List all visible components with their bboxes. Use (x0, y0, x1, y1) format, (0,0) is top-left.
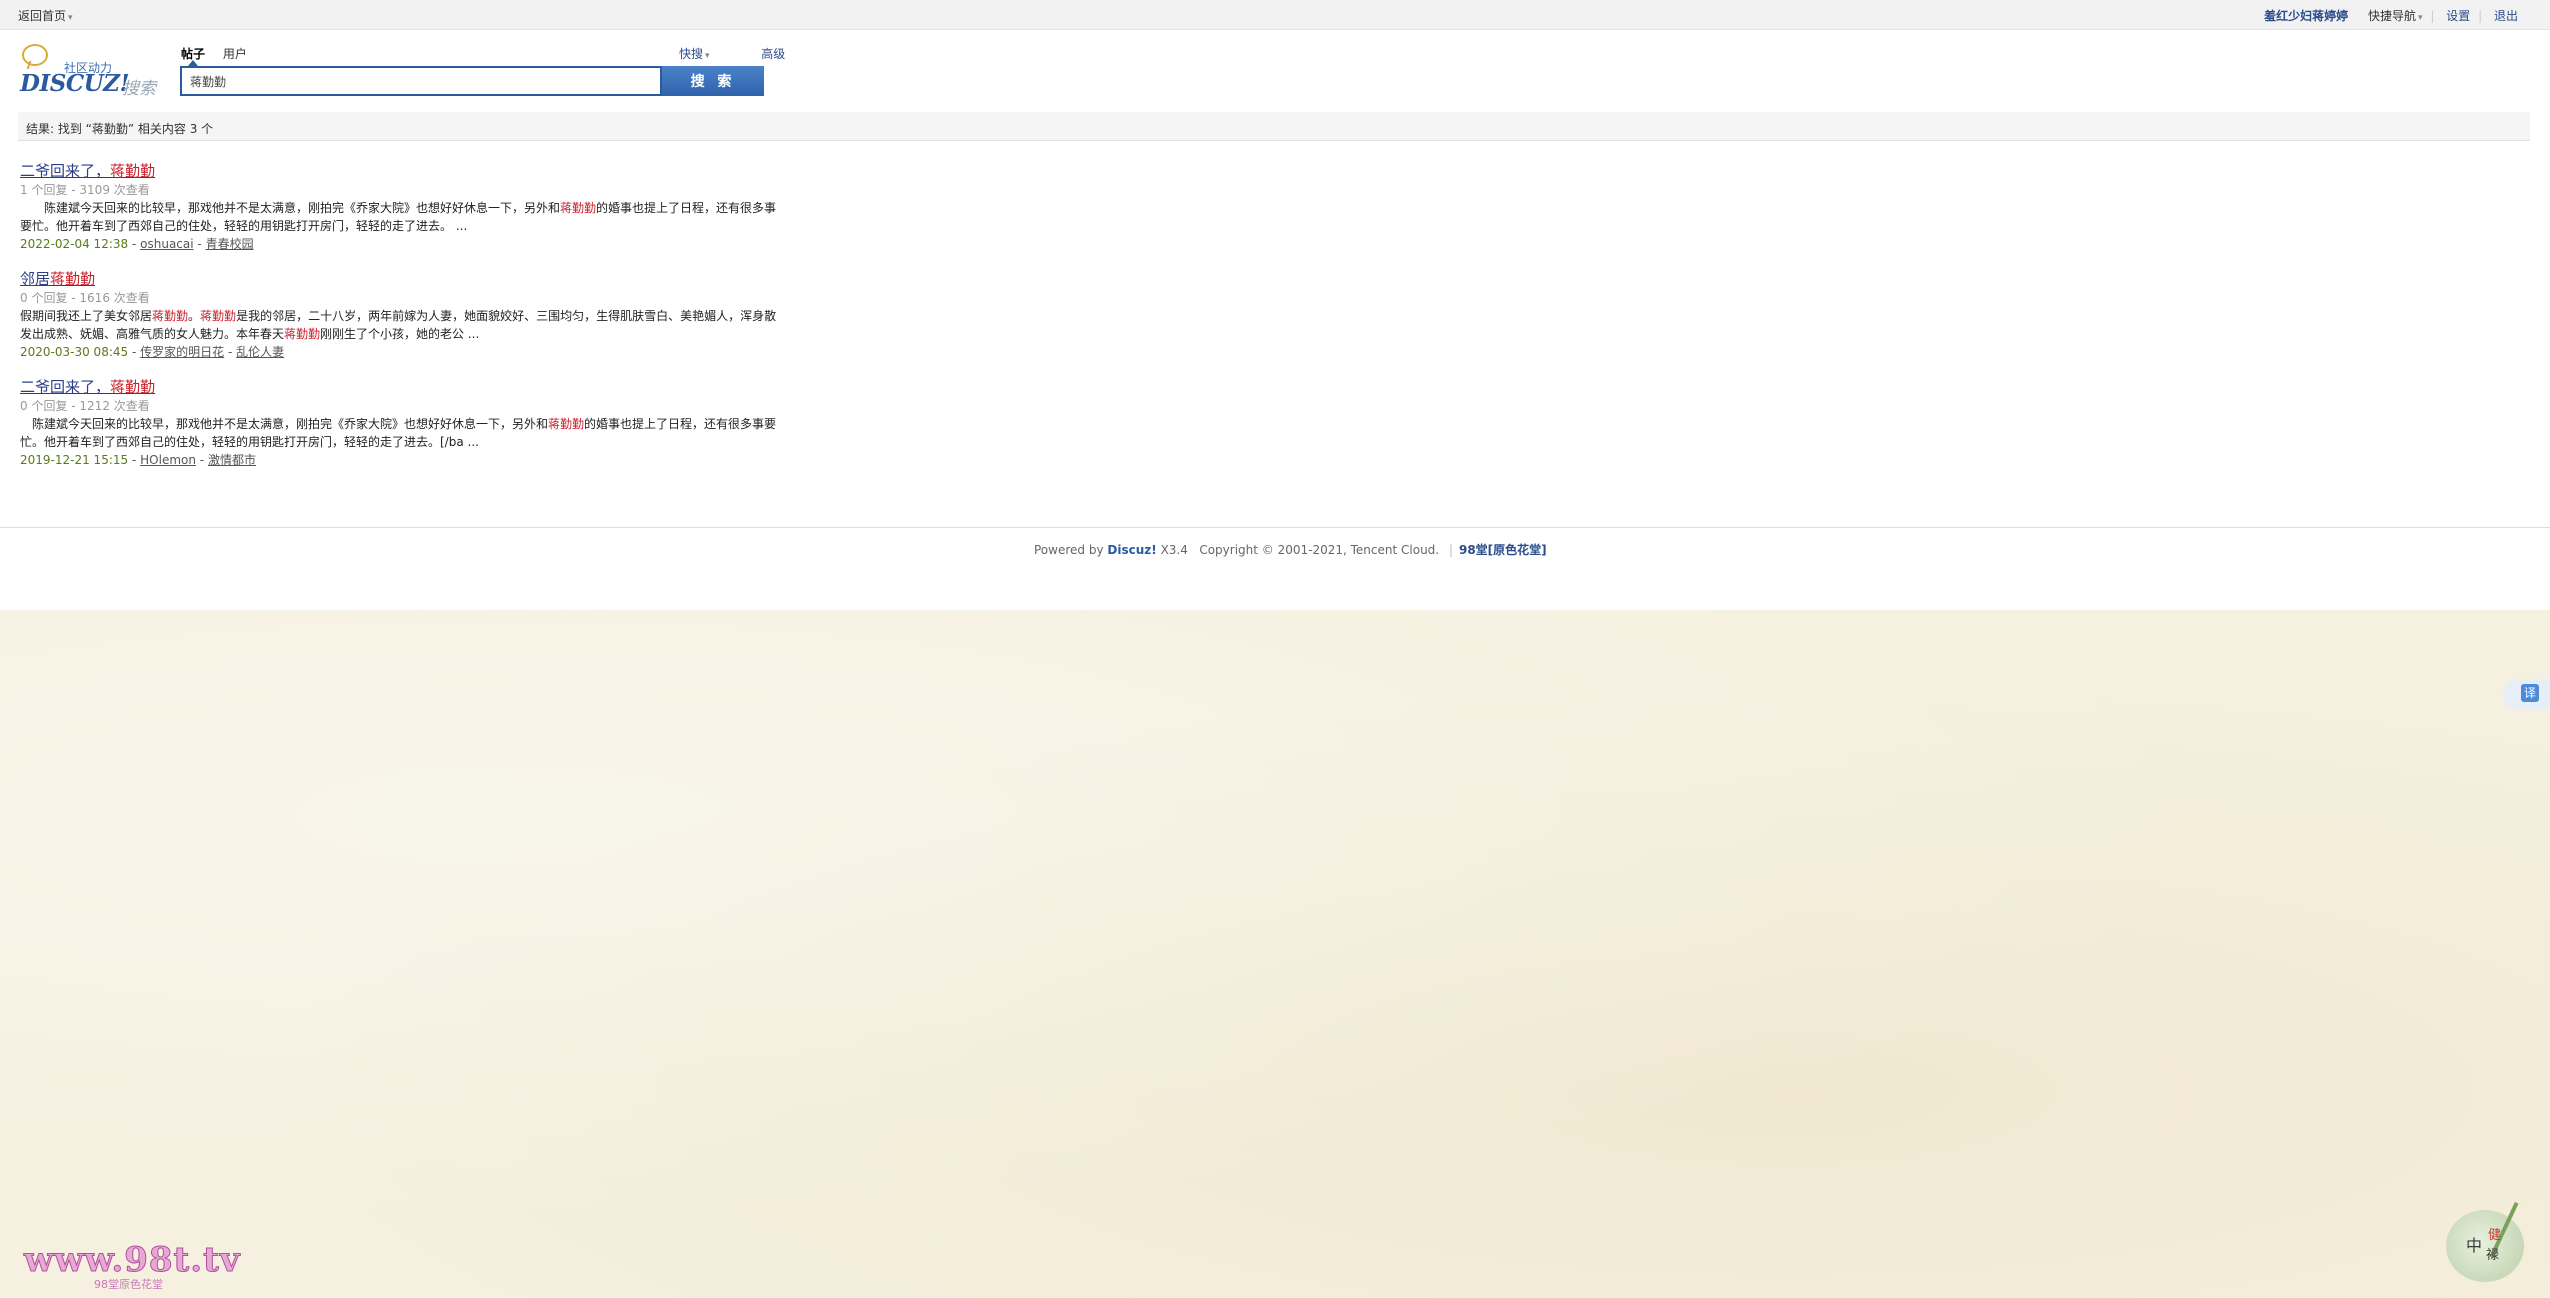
result-title-highlight: 蒋勤勤 (110, 378, 156, 396)
result-excerpt: 陈建斌今天回来的比较早，那戏他并不是太满意，刚拍完《乔家大院》也想好好休息一下，… (20, 199, 780, 235)
result-author-link[interactable]: oshuacai (140, 237, 193, 251)
search-input[interactable] (182, 68, 658, 94)
divider: - (227, 345, 233, 359)
quick-nav-menu[interactable]: 快捷导航 ▾ (2360, 9, 2423, 23)
result-forum-link[interactable]: 青春校园 (206, 237, 254, 251)
excerpt-text: 陈建斌今天回来的比较早，那戏他并不是太满意，刚拍完《乔家大院》也想好好休息一下，… (20, 417, 549, 431)
username-link[interactable]: 羞红少妇蒋婷婷 (2264, 9, 2348, 23)
result-forum-link[interactable]: 激情都市 (208, 453, 256, 467)
result-date: 2020-03-30 08:45 (20, 345, 129, 359)
discuz-link[interactable]: Discuz! (1107, 543, 1156, 557)
quick-search-menu[interactable]: 快搜 ▾ (679, 47, 710, 61)
result-summary-bar: 结果: 找到 “蒋勤勤” 相关内容 3 个 (18, 112, 2530, 141)
chevron-down-icon: ▾ (68, 13, 73, 23)
result-info: 2019-12-21 15:15 - HOlemon - 激情都市 (20, 451, 780, 469)
result-summary: 结果: 找到 “蒋勤勤” 相关内容 3 个 (26, 122, 214, 136)
search-options: 快搜 ▾ 高级 (679, 45, 785, 62)
result-forum-link[interactable]: 乱伦人妻 (236, 345, 284, 359)
result-meta: 1 个回复 - 3109 次查看 (20, 183, 150, 197)
tab-posts[interactable]: 帖子 (181, 47, 205, 61)
speech-bubble-icon (22, 44, 48, 66)
chevron-down-icon: ▾ (2418, 13, 2423, 23)
search-results: 二爷回来了，蒋勤勤 1 个回复 - 3109 次查看 陈建斌今天回来的比较早，那… (20, 161, 780, 485)
excerpt-text: 。 (188, 309, 201, 323)
settings-link[interactable]: 设置 (2446, 9, 2470, 23)
result-title-highlight: 蒋勤勤 (110, 162, 156, 180)
footer-copyright: Copyright © 2001-2021, Tencent Cloud. (1199, 543, 1440, 557)
search-box (180, 66, 662, 96)
excerpt-highlight: 蒋勤勤 (200, 309, 237, 323)
result-excerpt: 假期间我还上了美女邻居蒋勤勤。蒋勤勤是我的邻居，二十八岁，两年前嫁为人妻，她面貌… (20, 307, 780, 343)
result-title-text: 二爷回来了， (20, 162, 111, 180)
divider: | (1448, 543, 1453, 557)
excerpt-highlight: 蒋勤勤 (548, 417, 585, 431)
site-link[interactable]: 98堂[原色花堂] (1459, 543, 1547, 557)
footer-divider (0, 527, 2550, 528)
divider: - (131, 453, 137, 467)
result-info: 2020-03-30 08:45 - 传罗家的明日花 - 乱伦人妻 (20, 343, 780, 361)
result-title-text: 邻居 (20, 270, 51, 288)
result-author-link[interactable]: HOlemon (140, 453, 196, 467)
divider: - (199, 453, 205, 467)
excerpt-highlight: 蒋勤勤 (560, 201, 597, 215)
result-author-link[interactable]: 传罗家的明日花 (140, 345, 224, 359)
logo-sub: 搜索 (122, 79, 156, 99)
excerpt-highlight: 蒋勤勤 (152, 309, 189, 323)
quick-nav-label: 快捷导航 (2368, 9, 2417, 23)
result-date: 2019-12-21 15:15 (20, 453, 129, 467)
result-info: 2022-02-04 12:38 - oshuacai - 青春校园 (20, 235, 780, 253)
footer: Powered by Discuz! X3.4 Copyright © 2001… (1034, 541, 1547, 558)
divider: - (131, 237, 137, 251)
quick-search-label: 快搜 (679, 47, 704, 61)
excerpt-text: 刚刚生了个小孩，她的老公 ... (320, 327, 480, 341)
result-title-link[interactable]: 邻居蒋勤勤 (20, 269, 780, 289)
result-item: 二爷回来了，蒋勤勤 1 个回复 - 3109 次查看 陈建斌今天回来的比较早，那… (20, 161, 780, 253)
result-meta: 0 个回复 - 1616 次查看 (20, 291, 150, 305)
watermark-sub: 98堂原色花堂 (94, 1278, 163, 1291)
result-title-link[interactable]: 二爷回来了，蒋勤勤 (20, 377, 780, 397)
search-button[interactable]: 搜 索 (662, 66, 764, 96)
watermark-logo: www.98t.tv (24, 1240, 241, 1281)
excerpt-text: 陈建斌今天回来的比较早，那戏他并不是太满意，刚拍完《乔家大院》也想好好休息一下，… (20, 201, 561, 215)
result-title-text: 二爷回来了， (20, 378, 111, 396)
logout-link[interactable]: 退出 (2494, 9, 2518, 23)
user-menu: 羞红少妇蒋婷婷 快捷导航 ▾ | 设置 | 退出 (2256, 7, 2518, 24)
excerpt-highlight: 蒋勤勤 (284, 327, 321, 341)
page-background (0, 610, 2550, 1298)
result-item: 二爷回来了，蒋勤勤 0 个回复 - 1212 次查看 陈建斌今天回来的比较早，那… (20, 377, 780, 469)
result-title-highlight: 蒋勤勤 (50, 270, 96, 288)
seal-emblem: 中 健 禄 (2446, 1201, 2524, 1282)
divider: - (197, 237, 202, 251)
site-logo[interactable]: 社区动力 DISCUZ! 搜索 (18, 44, 163, 99)
translate-button[interactable]: 译 (2503, 679, 2550, 709)
seal-char: 中 (2466, 1236, 2483, 1255)
divider: | (2430, 9, 2435, 23)
result-title-link[interactable]: 二爷回来了，蒋勤勤 (20, 161, 780, 181)
top-bar: 返回首页 ▾ 羞红少妇蒋婷婷 快捷导航 ▾ | 设置 | 退出 (0, 0, 2550, 30)
seal-char: 健 (2488, 1228, 2502, 1243)
result-excerpt: 陈建斌今天回来的比较早，那戏他并不是太满意，刚拍完《乔家大院》也想好好休息一下，… (20, 415, 780, 451)
home-link[interactable]: 返回首页 ▾ (18, 7, 73, 24)
divider: - (131, 345, 137, 359)
result-date: 2022-02-04 12:38 (20, 237, 129, 251)
result-meta: 0 个回复 - 1212 次查看 (20, 399, 150, 413)
advanced-search-link[interactable]: 高级 (761, 47, 785, 61)
translate-icon: 译 (2521, 684, 2539, 702)
footer-version: X3.4 (1160, 543, 1188, 557)
seal-char: 禄 (2486, 1248, 2500, 1263)
result-item: 邻居蒋勤勤 0 个回复 - 1616 次查看 假期间我还上了美女邻居蒋勤勤。蒋勤… (20, 269, 780, 361)
tab-users[interactable]: 用户 (223, 47, 247, 61)
divider: | (2478, 9, 2483, 23)
excerpt-text: 假期间我还上了美女邻居 (20, 309, 153, 323)
logo-brand: DISCUZ! (20, 70, 130, 97)
footer-powered: Powered by (1034, 543, 1104, 557)
chevron-down-icon: ▾ (705, 51, 710, 61)
home-link-label: 返回首页 (18, 9, 67, 23)
